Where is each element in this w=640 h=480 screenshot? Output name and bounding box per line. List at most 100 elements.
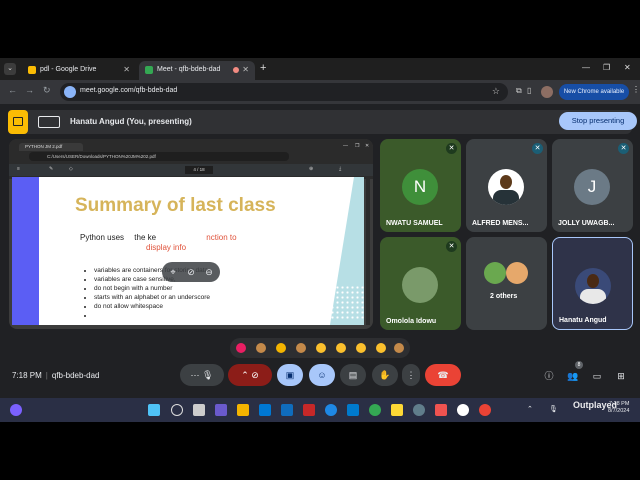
reload-icon[interactable]: ↻ [43,85,51,96]
thumbs-down-emoji-icon[interactable] [394,343,404,353]
close-tab-icon[interactable]: ✕ [123,65,130,74]
participant-name: 2 others [490,293,518,300]
minimize-presentation-icon[interactable] [38,116,60,128]
hide-tile-icon[interactable]: ⊘ [185,266,197,278]
more-options-icon[interactable]: ⊖ [203,266,215,278]
slide-line-1-prefix: Python uses [80,233,125,242]
participant-tile-omolola-idowu[interactable]: ✕ Omolola Idowu [380,237,461,330]
microphone-tray-icon[interactable]: 🎙 [549,405,558,413]
task-view-icon[interactable] [193,404,205,416]
list-item: starts with an alphabet or an underscore [94,294,210,303]
vscode-icon[interactable] [347,404,359,416]
more-options-button[interactable]: ⋮ [402,364,420,386]
participant-tile-jolly-uwagb[interactable]: J ✕ JOLLY UWAGB... [552,139,633,232]
party-emoji-icon[interactable] [276,343,286,353]
surprised-emoji-icon[interactable] [336,343,346,353]
copilot-icon[interactable] [215,404,227,416]
captions-button[interactable]: ▤ [340,364,366,386]
tab-label: pdl - Google Drive [40,66,97,73]
pdf-slide: Summary of last class Python uses the ke… [12,177,364,325]
reactions-bar [230,338,410,358]
slide-dot-pattern [330,285,364,321]
participant-tile-others[interactable]: 2 others [466,237,547,330]
chat-icon[interactable]: ▭ [591,370,603,382]
avatar [402,267,438,303]
meeting-details-icon[interactable]: ⓘ [543,370,555,382]
heart-emoji-icon[interactable] [236,343,246,353]
minimize-icon[interactable]: — [582,63,590,72]
shared-minimize-icon: — [343,143,348,149]
participant-tile-alfred-mens[interactable]: ✕ ALFRED MENS... [466,139,547,232]
participant-tile-hanatu-angud[interactable]: Hanatu Angud [552,237,633,330]
participant-name: NWATU SAMUEL [386,220,443,227]
laugh-emoji-icon[interactable] [316,343,326,353]
sidebar-icon[interactable]: ▯ [527,86,537,96]
avatar [484,262,506,284]
raise-hand-button[interactable]: ✋ [372,364,398,386]
mic-button[interactable]: ⋯ 🎙 [180,364,224,386]
unpin-icon[interactable]: ⌖ [167,266,179,278]
activities-icon[interactable]: ⊞ [615,370,627,382]
pdf-download-icon: ⤓ [339,166,342,172]
shared-window-chrome: PYTHON JM 2.pdf — ❐ ✕ C:/Users/USER/Down… [9,139,373,179]
clap-emoji-icon[interactable] [296,343,306,353]
chrome-profile-icon[interactable] [479,404,491,416]
sad-emoji-icon[interactable] [356,343,366,353]
meeting-code: qfb-bdeb-dad [51,371,100,380]
google-drive-icon [28,66,36,74]
new-tab-button[interactable]: + [260,62,266,74]
leave-call-button[interactable]: ☎ [425,364,461,386]
list-item: do not allow whitespace [94,303,210,312]
outlook-icon[interactable] [281,404,293,416]
tray-expand-icon[interactable]: ⌃ [527,405,533,413]
google-meet-icon [145,66,153,74]
start-icon[interactable] [148,404,160,416]
search-icon[interactable] [171,404,183,416]
camera-off-button[interactable]: ⌃ ⊘ [228,364,272,386]
shared-close-icon: ✕ [365,143,370,149]
meeting-time: 7:18 PM [12,371,42,380]
browser-menu-icon[interactable]: ⋮ [632,85,640,94]
site-info-icon[interactable] [64,86,76,98]
close-window-icon[interactable]: ✕ [624,63,631,72]
participant-tile-nwatu-samuel[interactable]: N ✕ NWATU SAMUEL [380,139,461,232]
slide-line-1-mid: the ke [134,233,157,242]
new-chrome-available-button[interactable]: New Chrome available [559,84,629,100]
outplayed-icon[interactable] [457,404,469,416]
extensions-icon[interactable]: ⧉ [516,86,526,96]
shared-restore-icon: ❐ [355,143,360,149]
tab-meet[interactable]: Meet - qfb-bdeb-dad ✕ [139,61,255,80]
thinking-emoji-icon[interactable] [376,343,386,353]
app-icon[interactable] [435,404,447,416]
restore-icon[interactable]: ❐ [603,63,610,72]
list-item [94,312,210,321]
tab-search-icon[interactable]: ⌄ [4,63,16,75]
close-tab-icon[interactable]: ✕ [242,65,249,74]
edge-icon[interactable] [325,404,337,416]
tab-google-drive[interactable]: pdl - Google Drive ✕ [22,61,136,80]
forward-icon[interactable]: → [25,85,34,95]
media-player-icon[interactable] [413,404,425,416]
outplayed-watermark: Outplayed [573,400,618,410]
avatar: N [402,169,438,205]
thumbs-up-emoji-icon[interactable] [256,343,266,353]
address-bar[interactable]: meet.google.com/qfb-bdeb-dad ☆ [60,83,508,101]
back-icon[interactable]: ← [8,85,17,95]
chrome-icon[interactable] [369,404,381,416]
office-icon[interactable] [303,404,315,416]
pdf-page-indicator: 4 / 18 [185,166,213,174]
bookmark-star-icon[interactable]: ☆ [492,86,500,97]
stop-presenting-button[interactable]: Stop presenting [559,112,637,130]
others-avatars [476,262,536,286]
emoji-button[interactable]: ☺ [309,364,335,386]
pdf-menu-icon: ≡ [17,166,20,172]
store-icon[interactable] [259,404,271,416]
file-explorer-icon[interactable] [237,404,249,416]
widgets-icon[interactable] [10,404,22,416]
participant-name: JOLLY UWAGB... [558,220,615,227]
profile-avatar[interactable] [541,86,553,98]
present-button[interactable]: ▣ [277,364,303,386]
notes-icon[interactable] [391,404,403,416]
pdf-scrollbar[interactable] [366,179,370,325]
people-icon[interactable]: 👥 [567,370,579,382]
